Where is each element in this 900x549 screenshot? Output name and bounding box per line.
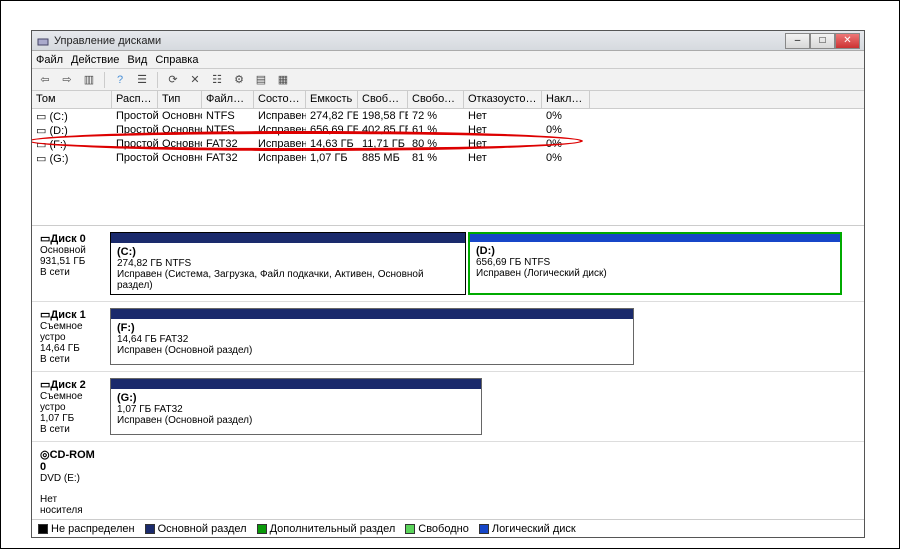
table-row[interactable]: ▭ (D:) Простой Основной NTFS Исправен...… bbox=[32, 123, 864, 137]
disk-0-row[interactable]: ▭Диск 0 Основной 931,51 ГБ В сети (C:) 2… bbox=[32, 226, 864, 302]
vol-cell: ▭ (D:) bbox=[32, 124, 112, 137]
titlebar[interactable]: Управление дисками – □ ✕ bbox=[32, 31, 864, 51]
back-icon[interactable]: ⇦ bbox=[36, 71, 54, 89]
table-row[interactable]: ▭ (F:) Простой Основной FAT32 Исправен..… bbox=[32, 137, 864, 151]
menu-action[interactable]: Действие bbox=[71, 54, 119, 66]
partition-g[interactable]: (G:) 1,07 ГБ FAT32 Исправен (Основной ра… bbox=[110, 378, 482, 435]
drive-icon: ▭ bbox=[36, 139, 46, 151]
legend-swatch-free bbox=[405, 524, 415, 534]
disk-icon: ▭ bbox=[40, 309, 50, 321]
col-free[interactable]: Свобод... bbox=[358, 91, 408, 108]
detail-icon[interactable]: ▤ bbox=[252, 71, 270, 89]
disk-0-strip: (C:) 274,82 ГБ NTFS Исправен (Система, З… bbox=[106, 230, 846, 297]
menu-help[interactable]: Справка bbox=[155, 54, 198, 66]
drive-icon: ▭ bbox=[36, 111, 46, 123]
partition-header bbox=[111, 379, 481, 389]
props-icon[interactable]: ☷ bbox=[208, 71, 226, 89]
table-row[interactable]: ▭ (G:) Простой Основной FAT32 Исправен..… bbox=[32, 151, 864, 165]
menubar: Файл Действие Вид Справка bbox=[32, 51, 864, 69]
drive-icon: ▭ bbox=[36, 153, 46, 165]
drive-icon: ▭ bbox=[36, 125, 46, 137]
partition-header bbox=[111, 309, 633, 319]
legend: Не распределен Основной раздел Дополните… bbox=[32, 519, 864, 537]
partition-d[interactable]: (D:) 656,69 ГБ NTFS Исправен (Логический… bbox=[468, 232, 842, 295]
delete-icon[interactable]: ✕ bbox=[186, 71, 204, 89]
vol-cell: ▭ (C:) bbox=[32, 110, 112, 123]
disk-label: ▭Диск 2 Съемное устро 1,07 ГБ В сети bbox=[36, 376, 106, 437]
list-icon[interactable]: ☰ bbox=[133, 71, 151, 89]
col-fault[interactable]: Отказоустойчиво... bbox=[464, 91, 542, 108]
disk-2-row[interactable]: ▭Диск 2 Съемное устро 1,07 ГБ В сети (G:… bbox=[32, 372, 864, 442]
grid-header: Том Располо... Тип Файловая с... Состоян… bbox=[32, 91, 864, 109]
partition-header bbox=[111, 233, 465, 243]
disk-1-row[interactable]: ▭Диск 1 Съемное устро 14,64 ГБ В сети (F… bbox=[32, 302, 864, 372]
disk-label: ▭Диск 1 Съемное устро 14,64 ГБ В сети bbox=[36, 306, 106, 367]
settings-icon[interactable]: ⚙ bbox=[230, 71, 248, 89]
volume-grid: Том Располо... Тип Файловая с... Состоян… bbox=[32, 91, 864, 225]
close-button[interactable]: ✕ bbox=[835, 33, 860, 49]
partition-header bbox=[470, 234, 840, 242]
maximize-button[interactable]: □ bbox=[810, 33, 835, 49]
toolbar-separator bbox=[157, 72, 158, 88]
vol-cell: ▭ (F:) bbox=[32, 138, 112, 151]
up-icon[interactable]: ▥ bbox=[80, 71, 98, 89]
table-row[interactable]: ▭ (C:) Простой Основной NTFS Исправен...… bbox=[32, 109, 864, 123]
partition-f[interactable]: (F:) 14,64 ГБ FAT32 Исправен (Основной р… bbox=[110, 308, 634, 365]
col-volume[interactable]: Том bbox=[32, 91, 112, 108]
col-status[interactable]: Состояние bbox=[254, 91, 306, 108]
forward-icon[interactable]: ⇨ bbox=[58, 71, 76, 89]
minimize-button[interactable]: – bbox=[785, 33, 810, 49]
cdrom-icon: ◎ bbox=[40, 449, 50, 461]
disk-label: ◎CD-ROM 0 DVD (E:) Нет носителя bbox=[36, 446, 106, 518]
col-capacity[interactable]: Емкость bbox=[306, 91, 358, 108]
col-type[interactable]: Тип bbox=[158, 91, 202, 108]
vol-cell: ▭ (G:) bbox=[32, 152, 112, 165]
toolbar: ⇦ ⇨ ▥ ? ☰ ⟳ ✕ ☷ ⚙ ▤ ▦ bbox=[32, 69, 864, 91]
menu-file[interactable]: Файл bbox=[36, 54, 63, 66]
grid-body: ▭ (C:) Простой Основной NTFS Исправен...… bbox=[32, 109, 864, 225]
toolbar-separator bbox=[104, 72, 105, 88]
col-freepct[interactable]: Свободно % bbox=[408, 91, 464, 108]
col-fs[interactable]: Файловая с... bbox=[202, 91, 254, 108]
disk-label: ▭Диск 0 Основной 931,51 ГБ В сети bbox=[36, 230, 106, 297]
partition-c[interactable]: (C:) 274,82 ГБ NTFS Исправен (Система, З… bbox=[110, 232, 466, 295]
window-title: Управление дисками bbox=[54, 35, 785, 47]
disk-icon: ▭ bbox=[40, 379, 50, 391]
cdrom-row[interactable]: ◎CD-ROM 0 DVD (E:) Нет носителя bbox=[32, 442, 864, 519]
legend-swatch-primary bbox=[145, 524, 155, 534]
legend-swatch-logical bbox=[479, 524, 489, 534]
disk-layout-area: ▭Диск 0 Основной 931,51 ГБ В сети (C:) 2… bbox=[32, 225, 864, 519]
col-layout[interactable]: Располо... bbox=[112, 91, 158, 108]
refresh-icon[interactable]: ⟳ bbox=[164, 71, 182, 89]
menu-view[interactable]: Вид bbox=[127, 54, 147, 66]
legend-swatch-extended bbox=[257, 524, 267, 534]
col-overhead[interactable]: Накладн... bbox=[542, 91, 590, 108]
grid-filler bbox=[32, 165, 864, 225]
content-area: Том Располо... Тип Файловая с... Состоян… bbox=[32, 91, 864, 537]
disk-management-window: Управление дисками – □ ✕ Файл Действие В… bbox=[31, 30, 865, 538]
disk-2-strip: (G:) 1,07 ГБ FAT32 Исправен (Основной ра… bbox=[106, 376, 486, 437]
legend-swatch-unalloc bbox=[38, 524, 48, 534]
disk-1-strip: (F:) 14,64 ГБ FAT32 Исправен (Основной р… bbox=[106, 306, 638, 367]
help-icon[interactable]: ? bbox=[111, 71, 129, 89]
disk-icon: ▭ bbox=[40, 233, 50, 245]
graphic-icon[interactable]: ▦ bbox=[274, 71, 292, 89]
app-icon bbox=[36, 34, 50, 48]
